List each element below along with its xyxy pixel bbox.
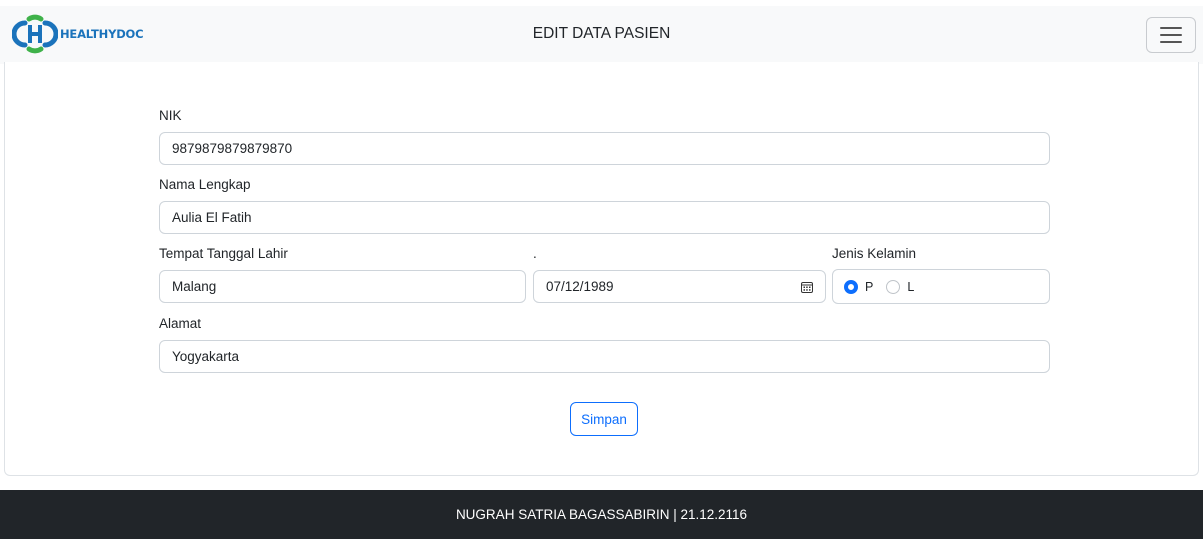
alamat-input[interactable]: Yogyakarta	[159, 340, 1050, 373]
nama-lengkap-label: Nama Lengkap	[159, 177, 251, 192]
radio-p-label[interactable]: P	[865, 280, 873, 294]
calendar-icon[interactable]	[801, 281, 813, 293]
nik-input[interactable]: 9879879879879870	[159, 132, 1050, 165]
alamat-label: Alamat	[159, 316, 202, 331]
nik-label: NIK	[159, 108, 182, 123]
radio-l-label[interactable]: L	[907, 280, 914, 294]
nama-lengkap-input[interactable]: Aulia El Fatih	[159, 201, 1050, 234]
footer-text: NUGRAH SATRIA BAGASSABIRIN | 21.12.2116	[455, 507, 748, 522]
tempat-lahir-input[interactable]: Malang	[159, 270, 526, 303]
simpan-button[interactable]: Simpan	[570, 402, 638, 436]
jenis-kelamin-radio-group: P L	[832, 269, 1050, 304]
tempat-tanggal-lahir-label: Tempat Tanggal Lahir	[159, 246, 288, 261]
footer: NUGRAH SATRIA BAGASSABIRIN | 21.12.2116	[0, 490, 1203, 539]
navbar: HEALTHYDOC EDIT DATA PASIEN	[0, 6, 1203, 64]
tanggal-lahir-label: .	[533, 246, 537, 261]
hamburger-menu-icon-bar	[1160, 34, 1182, 36]
hamburger-menu-icon-bar	[1160, 41, 1182, 43]
tanggal-lahir-value: 07/12/1989	[546, 279, 614, 294]
navbar-toggle-button[interactable]	[1146, 17, 1196, 53]
page-title: EDIT DATA PASIEN	[532, 25, 671, 42]
radio-l[interactable]	[886, 279, 901, 294]
jenis-kelamin-label: Jenis Kelamin	[832, 246, 917, 261]
hamburger-menu-icon	[1160, 27, 1182, 29]
tanggal-lahir-input[interactable]: 07/12/1989	[533, 270, 826, 303]
radio-p[interactable]	[844, 279, 858, 294]
